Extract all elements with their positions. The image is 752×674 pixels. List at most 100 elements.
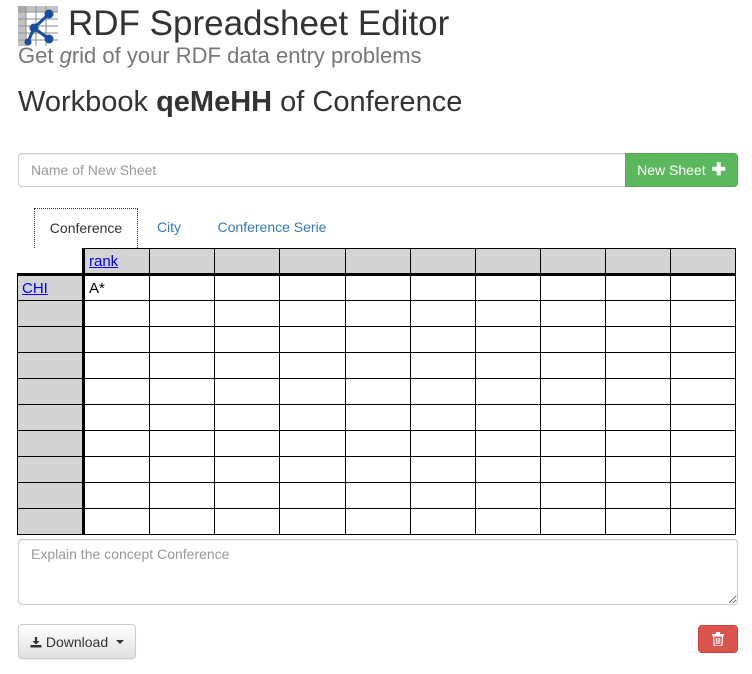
row-header-link[interactable]: CHI	[22, 280, 48, 297]
grid-cell[interactable]	[475, 508, 541, 535]
row-header[interactable]	[17, 300, 84, 327]
grid-cell[interactable]	[279, 430, 346, 457]
grid-cell[interactable]	[345, 508, 411, 535]
grid-cell[interactable]	[149, 378, 215, 405]
grid-cell[interactable]	[82, 404, 150, 431]
grid-cell[interactable]	[82, 352, 150, 379]
grid-cell[interactable]	[82, 482, 150, 509]
grid-cell[interactable]	[605, 456, 671, 483]
row-header[interactable]	[17, 430, 84, 457]
column-header[interactable]	[214, 248, 280, 276]
grid-cell[interactable]	[279, 352, 346, 379]
grid-cell[interactable]	[82, 300, 150, 327]
row-header[interactable]: CHI	[17, 273, 84, 301]
grid-cell[interactable]	[540, 300, 606, 327]
grid-cell[interactable]	[605, 326, 671, 353]
row-header[interactable]	[17, 326, 84, 353]
grid-cell[interactable]	[540, 273, 606, 301]
grid-cell[interactable]	[214, 508, 280, 535]
grid-cell[interactable]	[670, 508, 736, 535]
download-button[interactable]: Download	[18, 624, 136, 659]
grid-cell[interactable]	[279, 508, 346, 535]
row-header[interactable]	[17, 456, 84, 483]
row-header[interactable]	[17, 378, 84, 405]
grid-cell[interactable]	[149, 352, 215, 379]
grid-cell[interactable]	[82, 508, 150, 535]
grid-cell[interactable]	[345, 456, 411, 483]
column-header[interactable]	[540, 248, 606, 276]
grid-cell[interactable]	[410, 482, 476, 509]
grid-cell[interactable]	[345, 273, 411, 301]
column-header[interactable]	[345, 248, 411, 276]
grid-cell[interactable]	[605, 273, 671, 301]
grid-cell[interactable]	[410, 352, 476, 379]
grid-cell[interactable]	[214, 482, 280, 509]
grid-cell[interactable]	[605, 352, 671, 379]
grid-cell[interactable]	[670, 430, 736, 457]
grid-cell[interactable]	[410, 378, 476, 405]
grid-cell[interactable]	[345, 378, 411, 405]
concept-description-textarea[interactable]	[18, 539, 738, 605]
grid-cell[interactable]	[214, 326, 280, 353]
row-header[interactable]	[17, 352, 84, 379]
grid-cell[interactable]	[82, 456, 150, 483]
grid-cell[interactable]	[670, 404, 736, 431]
grid-cell[interactable]	[475, 456, 541, 483]
grid-cell[interactable]	[410, 508, 476, 535]
new-sheet-name-input[interactable]	[18, 153, 626, 187]
grid-cell[interactable]	[605, 508, 671, 535]
grid-cell[interactable]	[214, 404, 280, 431]
grid-cell[interactable]	[670, 378, 736, 405]
new-sheet-button[interactable]: New Sheet ✚	[625, 153, 738, 187]
grid-cell[interactable]	[149, 300, 215, 327]
grid-cell[interactable]	[605, 378, 671, 405]
grid-cell[interactable]	[149, 273, 215, 301]
column-header[interactable]	[410, 248, 476, 276]
grid-cell[interactable]	[540, 508, 606, 535]
tab-conference[interactable]: Conference	[34, 208, 138, 248]
row-header[interactable]	[17, 508, 84, 535]
column-header[interactable]	[670, 248, 736, 276]
grid-cell[interactable]	[279, 404, 346, 431]
grid-cell[interactable]	[670, 456, 736, 483]
grid-cell[interactable]	[345, 430, 411, 457]
grid-cell[interactable]	[475, 482, 541, 509]
grid-cell[interactable]	[345, 482, 411, 509]
grid-cell[interactable]	[540, 352, 606, 379]
grid-cell[interactable]	[149, 404, 215, 431]
grid-cell[interactable]	[345, 326, 411, 353]
grid-cell[interactable]	[149, 430, 215, 457]
column-header[interactable]	[279, 248, 346, 276]
grid-cell[interactable]	[279, 378, 346, 405]
grid-cell[interactable]	[540, 482, 606, 509]
grid-cell[interactable]	[670, 326, 736, 353]
grid-cell[interactable]	[279, 482, 346, 509]
column-header[interactable]	[605, 248, 671, 276]
grid-cell[interactable]	[605, 430, 671, 457]
column-header[interactable]: rank	[82, 248, 150, 276]
grid-cell[interactable]	[82, 430, 150, 457]
column-header-link[interactable]: rank	[89, 253, 118, 270]
grid-cell[interactable]	[279, 273, 346, 301]
grid-cell[interactable]	[540, 430, 606, 457]
grid-cell[interactable]	[410, 430, 476, 457]
grid-cell[interactable]	[475, 378, 541, 405]
grid-cell[interactable]	[605, 482, 671, 509]
grid-cell[interactable]	[540, 456, 606, 483]
grid-cell[interactable]	[605, 300, 671, 327]
grid-cell[interactable]	[345, 352, 411, 379]
grid-cell[interactable]	[475, 404, 541, 431]
column-header[interactable]	[475, 248, 541, 276]
grid-cell[interactable]	[82, 326, 150, 353]
tab-conference-serie[interactable]: Conference Serie	[209, 208, 335, 248]
grid-cell[interactable]	[410, 404, 476, 431]
grid-cell[interactable]	[670, 300, 736, 327]
grid-cell[interactable]	[149, 326, 215, 353]
grid-cell[interactable]	[540, 326, 606, 353]
grid-cell[interactable]	[279, 300, 346, 327]
grid-cell[interactable]	[410, 326, 476, 353]
grid-cell[interactable]	[605, 404, 671, 431]
grid-cell[interactable]	[475, 300, 541, 327]
grid-cell[interactable]	[410, 456, 476, 483]
grid-cell[interactable]	[214, 378, 280, 405]
